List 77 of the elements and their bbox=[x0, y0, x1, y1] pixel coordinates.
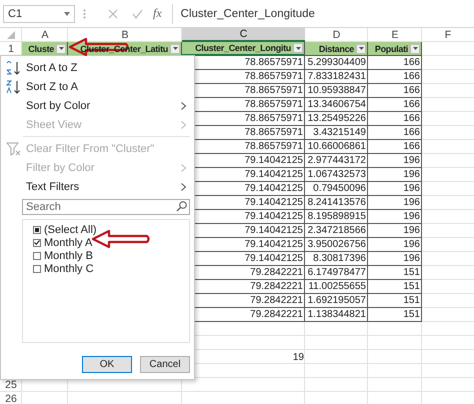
sort-ascending-icon bbox=[6, 60, 22, 74]
column-title: Cluster_Center_Longitu bbox=[195, 43, 291, 53]
table-cell: 151 bbox=[368, 294, 422, 308]
checkbox[interactable] bbox=[33, 226, 41, 234]
table-cell: 2.347218566 bbox=[305, 224, 368, 238]
table-cell: 0.79450096 bbox=[305, 182, 368, 196]
column-header[interactable]: D bbox=[305, 28, 368, 42]
table-cell: 196 bbox=[368, 196, 422, 210]
drag-handle-icon[interactable] bbox=[83, 8, 86, 18]
sort-descending-icon bbox=[6, 80, 22, 94]
column-header[interactable]: C bbox=[182, 28, 305, 42]
caret-icon bbox=[358, 47, 364, 50]
table-cell: 7.833182431 bbox=[305, 70, 368, 84]
column-title: Cluste bbox=[28, 44, 54, 54]
filter-dropdown-button[interactable] bbox=[170, 44, 180, 54]
filter-dropdown-button[interactable] bbox=[56, 44, 66, 54]
row-header[interactable]: 26 bbox=[5, 393, 17, 404]
caret-icon bbox=[172, 47, 178, 50]
table-cell: 5.299304409 bbox=[305, 56, 368, 70]
caret-icon bbox=[412, 47, 418, 50]
table-cell: 10.66006861 bbox=[305, 140, 368, 154]
table-cell: 2.977443172 bbox=[305, 154, 368, 168]
table-cell: 196 bbox=[368, 210, 422, 224]
checkbox[interactable] bbox=[33, 264, 41, 272]
table-cell: 196 bbox=[368, 252, 422, 266]
filter-dropdown-button[interactable] bbox=[293, 43, 303, 53]
insert-function-button[interactable]: fx bbox=[153, 6, 162, 21]
table-cell: 196 bbox=[368, 182, 422, 196]
table-cell: 6.174978477 bbox=[305, 266, 368, 280]
search-icon bbox=[176, 201, 187, 212]
column-header[interactable]: E bbox=[368, 28, 422, 42]
table-cell: 3.43215149 bbox=[305, 126, 368, 140]
table-cell: 1.138344821 bbox=[305, 308, 368, 322]
column-header[interactable]: A bbox=[22, 28, 68, 42]
filter-dropdown-button[interactable] bbox=[356, 44, 366, 54]
table-cell: 151 bbox=[368, 280, 422, 294]
filter-dropdown-button[interactable] bbox=[410, 44, 420, 54]
cancel-button[interactable]: Cancel bbox=[140, 356, 190, 373]
table-cell: 151 bbox=[368, 308, 422, 322]
table-cell: 13.34606754 bbox=[305, 98, 368, 112]
clear-filter-icon bbox=[6, 142, 22, 156]
table-cell: 166 bbox=[368, 84, 422, 98]
table-cell: 196 bbox=[368, 238, 422, 252]
table-cell: 1.692195057 bbox=[305, 294, 368, 308]
table-cell: 3.950026756 bbox=[305, 238, 368, 252]
table-cell: 8.195898915 bbox=[305, 210, 368, 224]
ok-button[interactable]: OK bbox=[82, 356, 132, 373]
table-cell: 166 bbox=[368, 56, 422, 70]
table-cell: 151 bbox=[368, 266, 422, 280]
search-field[interactable]: Search bbox=[22, 199, 190, 215]
column-title: Populati bbox=[374, 44, 408, 54]
caret-icon bbox=[64, 12, 70, 16]
table-cell: 166 bbox=[368, 126, 422, 140]
column-header[interactable]: F bbox=[422, 28, 474, 42]
caret-icon bbox=[296, 46, 300, 50]
column-header[interactable]: B bbox=[68, 28, 182, 42]
table-cell: 8.30817396 bbox=[305, 252, 368, 266]
formula-field[interactable]: Cluster_Center_Longitude bbox=[172, 4, 474, 24]
name-box[interactable]: C1 bbox=[3, 4, 75, 22]
table-cell: 1.067432573 bbox=[305, 168, 368, 182]
column-title: Distance bbox=[318, 44, 354, 54]
row-header[interactable]: 1 bbox=[0, 42, 22, 56]
table-cell: 166 bbox=[368, 98, 422, 112]
caret-icon bbox=[58, 47, 64, 50]
table-cell: 166 bbox=[368, 112, 422, 126]
row-header[interactable]: 25 bbox=[5, 379, 17, 391]
table-cell: 196 bbox=[368, 224, 422, 238]
table-cell: 10.95938847 bbox=[305, 84, 368, 98]
table-cell: 196 bbox=[368, 154, 422, 168]
table-cell: 13.25495226 bbox=[305, 112, 368, 126]
checkbox[interactable] bbox=[33, 252, 41, 260]
table-cell: 196 bbox=[368, 168, 422, 182]
table-cell: 8.241413576 bbox=[305, 196, 368, 210]
table-cell: 19 bbox=[292, 352, 304, 362]
table-cell: 166 bbox=[368, 140, 422, 154]
table-cell: 11.00255655 bbox=[305, 280, 368, 294]
table-cell: 166 bbox=[368, 70, 422, 84]
